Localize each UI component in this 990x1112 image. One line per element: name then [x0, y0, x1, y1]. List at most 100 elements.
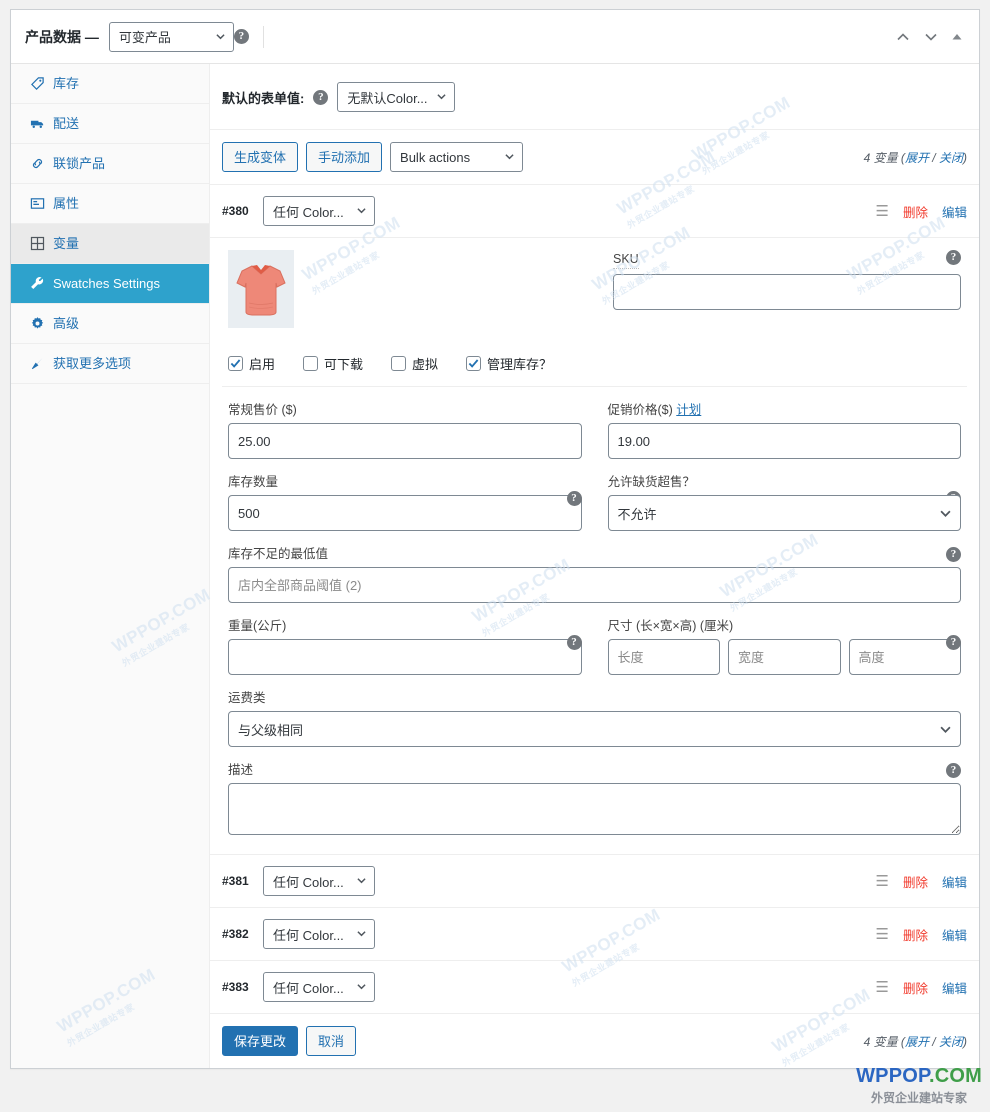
generate-variations-button[interactable]: 生成变体	[222, 142, 299, 172]
drag-handle-icon[interactable]: ☰	[876, 204, 889, 219]
chevron-down-icon[interactable]	[923, 29, 939, 45]
expand-all-link[interactable]: 展开	[905, 151, 929, 165]
help-icon[interactable]: ?	[566, 635, 582, 650]
cancel-button[interactable]: 取消	[306, 1026, 357, 1056]
height-input[interactable]	[848, 639, 961, 675]
weight-input[interactable]	[228, 639, 582, 675]
default-form-value-row: 默认的表单值: ? 无默认Color...	[210, 64, 979, 130]
low-stock-label: 库存不足的最低值	[228, 547, 329, 561]
variation-count-text: 4 变量	[863, 1034, 898, 1049]
expand-all-link[interactable]: 展开	[905, 1035, 929, 1049]
drag-handle-icon[interactable]: ☰	[876, 980, 889, 995]
regular-price-label: 常规售价 ($)	[228, 403, 297, 417]
drag-handle-icon[interactable]: ☰	[876, 874, 889, 889]
product-data-tabs: 库存 配送 联锁产品 属性 变量 Swatches Settings 高级 获取…	[11, 64, 210, 1068]
variation-id: #383	[222, 980, 249, 994]
width-input[interactable]	[728, 639, 841, 675]
close-all-link[interactable]: 关闭	[939, 151, 963, 165]
close-all-link[interactable]: 关闭	[939, 1035, 963, 1049]
sidebar-item-advanced[interactable]: 高级	[11, 304, 209, 344]
sidebar-item-label: 库存	[53, 76, 80, 91]
sidebar-item-swatches-settings[interactable]: Swatches Settings	[11, 264, 209, 304]
downloadable-checkbox[interactable]: 可下载	[303, 354, 363, 373]
product-type-select[interactable]: 可变产品	[108, 21, 234, 52]
sku-field-group: ? SKU	[613, 250, 961, 328]
sidebar-item-linked-products[interactable]: 联锁产品	[11, 144, 209, 184]
low-stock-input[interactable]	[228, 567, 961, 603]
save-button[interactable]: 保存更改	[222, 1026, 299, 1056]
sku-input[interactable]	[613, 274, 961, 310]
sidebar-item-shipping[interactable]: 配送	[11, 104, 209, 144]
row-actions: ☰ 删除 编辑	[876, 872, 967, 891]
sidebar-item-variations[interactable]: 变量	[11, 224, 209, 264]
sale-price-group: 促销价格($) 计划	[607, 403, 961, 459]
low-stock-group: ? 库存不足的最低值	[222, 531, 967, 603]
length-input[interactable]	[607, 639, 720, 675]
variation-checkbox-row: 启用 可下载 虚拟 管理库存？	[222, 340, 967, 387]
edit-variation-link[interactable]: 编辑	[942, 925, 967, 944]
sale-price-label-text: 促销价格($)	[607, 403, 673, 417]
backorders-value: 不允许	[617, 506, 657, 522]
bulk-actions-select[interactable]: Bulk actions	[390, 142, 524, 172]
help-icon[interactable]: ?	[946, 763, 961, 778]
help-icon[interactable]: ?	[946, 547, 961, 562]
edit-variation-link[interactable]: 编辑	[942, 978, 967, 997]
chevron-up-icon[interactable]	[895, 29, 911, 45]
manage-stock-checkbox[interactable]: 管理库存？	[466, 354, 552, 373]
sidebar-item-get-more-options[interactable]: 获取更多选项	[11, 344, 209, 384]
dimensions-inputs	[607, 639, 961, 675]
delete-variation-link[interactable]: 删除	[903, 978, 928, 997]
checkbox-box	[391, 356, 407, 371]
sale-price-input[interactable]	[607, 423, 961, 459]
help-icon[interactable]: ?	[233, 29, 249, 44]
virtual-checkbox[interactable]: 虚拟	[391, 354, 438, 373]
regular-price-input[interactable]	[228, 423, 582, 459]
brand-watermark-main: WPPOP.COM	[856, 1065, 982, 1088]
sidebar-item-inventory[interactable]: 库存	[11, 64, 209, 104]
variation-attribute-select[interactable]: 任何 Color...	[263, 972, 375, 1002]
variation-attribute-select[interactable]: 任何 Color...	[263, 866, 375, 896]
sidebar-item-attributes[interactable]: 属性	[11, 184, 209, 224]
add-manually-button[interactable]: 手动添加	[306, 142, 383, 172]
edit-variation-link[interactable]: 编辑	[942, 202, 967, 221]
stock-qty-input[interactable]	[228, 495, 582, 531]
table-row: #381 任何 Color... ☰ 删除 编辑	[210, 855, 979, 908]
shipping-class-value: 与父级相同	[238, 722, 304, 738]
tshirt-thumbnail[interactable]	[228, 250, 294, 328]
chevron-down-icon	[216, 33, 225, 39]
delete-variation-link[interactable]: 删除	[903, 202, 928, 221]
sku-label: SKU	[613, 252, 639, 269]
delete-variation-link[interactable]: 删除	[903, 925, 928, 944]
weight-group: ? 重量(公斤)	[228, 619, 582, 675]
variation-attribute-select[interactable]: 任何 Color...	[263, 196, 375, 226]
drag-handle-icon[interactable]: ☰	[876, 927, 889, 942]
toggle-panel-icon[interactable]	[951, 31, 963, 43]
backorders-group: ? 允许缺货超售？ 不允许	[607, 475, 961, 531]
enabled-checkbox[interactable]: 启用	[228, 354, 275, 373]
variations-toolbar: 生成变体 手动添加 Bulk actions 4 变量 (展开 / 关闭)	[210, 130, 979, 185]
sale-schedule-link[interactable]: 计划	[676, 403, 701, 417]
table-row: #380 任何 Color... ☰ 删除 编辑	[210, 185, 979, 238]
help-icon[interactable]: ?	[566, 491, 582, 506]
help-icon[interactable]: ?	[946, 635, 961, 650]
help-icon[interactable]: ?	[313, 89, 329, 105]
help-icon[interactable]: ?	[946, 250, 961, 265]
price-row: 常规售价 ($) 促销价格($) 计划	[222, 387, 967, 459]
shipping-class-select[interactable]: 与父级相同	[228, 711, 961, 747]
variation-count-top: 4 变量 (展开 / 关闭)	[863, 150, 967, 165]
sidebar-item-label: 变量	[53, 236, 80, 251]
checkbox-label: 管理库存？	[487, 357, 553, 372]
shipping-class-label: 运费类	[228, 691, 266, 705]
inventory-icon	[29, 76, 45, 91]
chevron-down-icon	[436, 94, 446, 100]
backorders-select[interactable]: 不允许	[607, 495, 961, 531]
delete-variation-link[interactable]: 删除	[903, 872, 928, 891]
description-textarea[interactable]	[228, 783, 961, 835]
default-attribute-select[interactable]: 无默认Color...	[337, 82, 455, 112]
row-actions: ☰ 删除 编辑	[876, 925, 967, 944]
edit-variation-link[interactable]: 编辑	[942, 872, 967, 891]
default-attribute-value: 无默认Color...	[347, 90, 428, 106]
variations-panel: 默认的表单值: ? 无默认Color... 生成变体 手动添加 Bulk act…	[210, 64, 979, 1068]
checkbox-label: 虚拟	[412, 357, 439, 372]
variation-attribute-select[interactable]: 任何 Color...	[263, 919, 375, 949]
